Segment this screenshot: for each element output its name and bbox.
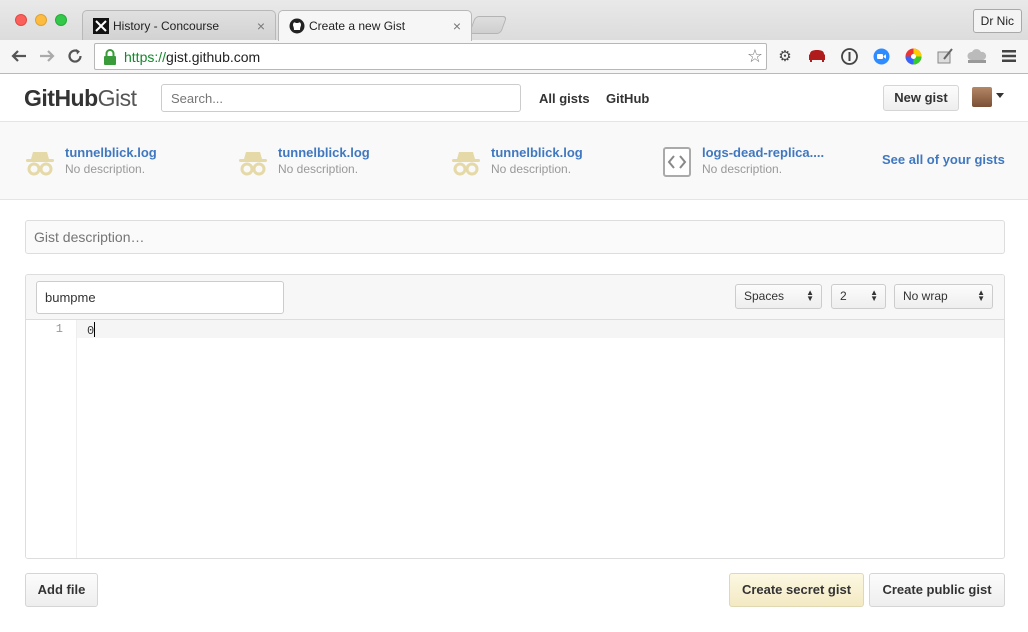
text-cursor [94,322,96,337]
file-editor-header: Spaces ▲▼ 2 ▲▼ No wrap ▲▼ [26,275,1004,320]
screenshot-extension-icon[interactable] [936,47,954,65]
see-all-gists-link[interactable]: See all of your gists [882,152,1005,167]
site-header: GitHubGist All gists GitHub New gist [0,75,1028,122]
wrap-mode-value: No wrap [903,289,948,303]
close-window-button[interactable] [15,14,27,26]
search-input[interactable] [161,84,521,112]
secret-gist-icon [452,152,480,176]
file-editor: Spaces ▲▼ 2 ▲▼ No wrap ▲▼ 1 0 [25,274,1005,559]
github-octocat-icon [289,18,305,34]
github-gist-logo[interactable]: GitHubGist [24,85,137,112]
add-file-button[interactable]: Add file [25,573,98,607]
indent-size-select[interactable]: 2 ▲ ▼ [831,284,886,309]
couch-extension-icon[interactable] [808,47,826,65]
tab-title: Create a new Gist [309,19,406,33]
recent-gist-item[interactable]: tunnelblick.log No description. [237,144,437,180]
cloud-extension-icon[interactable] [966,47,988,65]
browser-profile-button[interactable]: Dr Nic [972,9,1022,33]
line-number-gutter: 1 [26,320,77,558]
zoom-video-icon[interactable] [872,47,890,65]
back-arrow-icon[interactable] [8,45,30,67]
gist-description-input[interactable] [25,220,1005,254]
create-public-gist-button[interactable]: Create public gist [869,573,1005,607]
gist-name-link[interactable]: tunnelblick.log [278,145,370,160]
secret-gist-icon [239,152,267,176]
url-host: gist.github.com [166,48,261,65]
nav-all-gists-link[interactable]: All gists [539,91,590,106]
line-number: 1 [55,322,63,336]
password-manager-icon[interactable] [840,47,858,65]
avatar[interactable] [972,87,992,107]
code-text: 0 [87,324,95,338]
recent-gists-bar: tunnelblick.log No description. tunnelbl… [0,122,1028,200]
new-tab-button[interactable] [468,16,508,34]
nav-github-link[interactable]: GitHub [606,91,649,106]
select-arrows-icon: ▲ ▼ [870,288,878,303]
gist-name-link[interactable]: tunnelblick.log [65,145,157,160]
gist-name-link[interactable]: logs-dead-replica.... [702,145,824,160]
address-bar[interactable]: https://gist.github.com ☆ [94,43,767,70]
gear-icon[interactable]: ⚙ [776,47,794,65]
forward-arrow-icon[interactable] [36,45,58,67]
zoom-window-button[interactable] [55,14,67,26]
color-picker-icon[interactable] [904,47,922,65]
logo-github-text: GitHub [24,85,98,111]
browser-tab-gist[interactable]: Create a new Gist × [278,10,472,41]
chevron-down-icon[interactable] [996,93,1004,98]
lock-icon [104,48,116,65]
gist-description: No description. [702,162,783,176]
bookmark-star-icon[interactable]: ☆ [747,46,763,67]
filename-input[interactable] [36,281,284,314]
indent-mode-select[interactable]: Spaces ▲ ▼ [735,284,822,309]
code-editor-line[interactable]: 0 [87,322,96,338]
reload-icon[interactable] [64,45,86,67]
browser-tab-concourse[interactable]: History - Concourse × [82,10,276,40]
indent-mode-value: Spaces [744,289,785,303]
select-arrows-icon: ▲ ▼ [977,288,985,303]
minimize-window-button[interactable] [35,14,47,26]
browser-tab-strip: History - Concourse × Create a new Gist … [0,0,1028,41]
gist-description: No description. [278,162,359,176]
wrap-mode-select[interactable]: No wrap ▲ ▼ [894,284,993,309]
gist-description: No description. [491,162,572,176]
tab-title: History - Concourse [113,18,220,33]
indent-size-value: 2 [840,289,847,303]
browser-toolbar: https://gist.github.com ☆ ⚙ [0,40,1028,74]
concourse-plane-icon [93,17,109,34]
active-line-highlight [26,320,1004,338]
gist-description: No description. [65,162,146,176]
create-secret-gist-button[interactable]: Create secret gist [729,573,864,607]
recent-gist-item[interactable]: tunnelblick.log No description. [450,144,650,180]
select-arrows-icon: ▲ ▼ [806,288,814,303]
recent-gist-item[interactable]: tunnelblick.log No description. [24,144,224,180]
close-tab-icon[interactable]: × [453,18,461,34]
menu-hamburger-icon[interactable] [1000,47,1018,65]
logo-gist-text: Gist [97,85,137,111]
close-tab-icon[interactable]: × [257,18,265,34]
url-scheme: https:// [124,48,167,65]
code-file-icon [663,147,691,177]
new-gist-button[interactable]: New gist [883,85,959,111]
recent-gist-item[interactable]: logs-dead-replica.... No description. [661,144,861,180]
secret-gist-icon [26,152,54,176]
gist-name-link[interactable]: tunnelblick.log [491,145,583,160]
